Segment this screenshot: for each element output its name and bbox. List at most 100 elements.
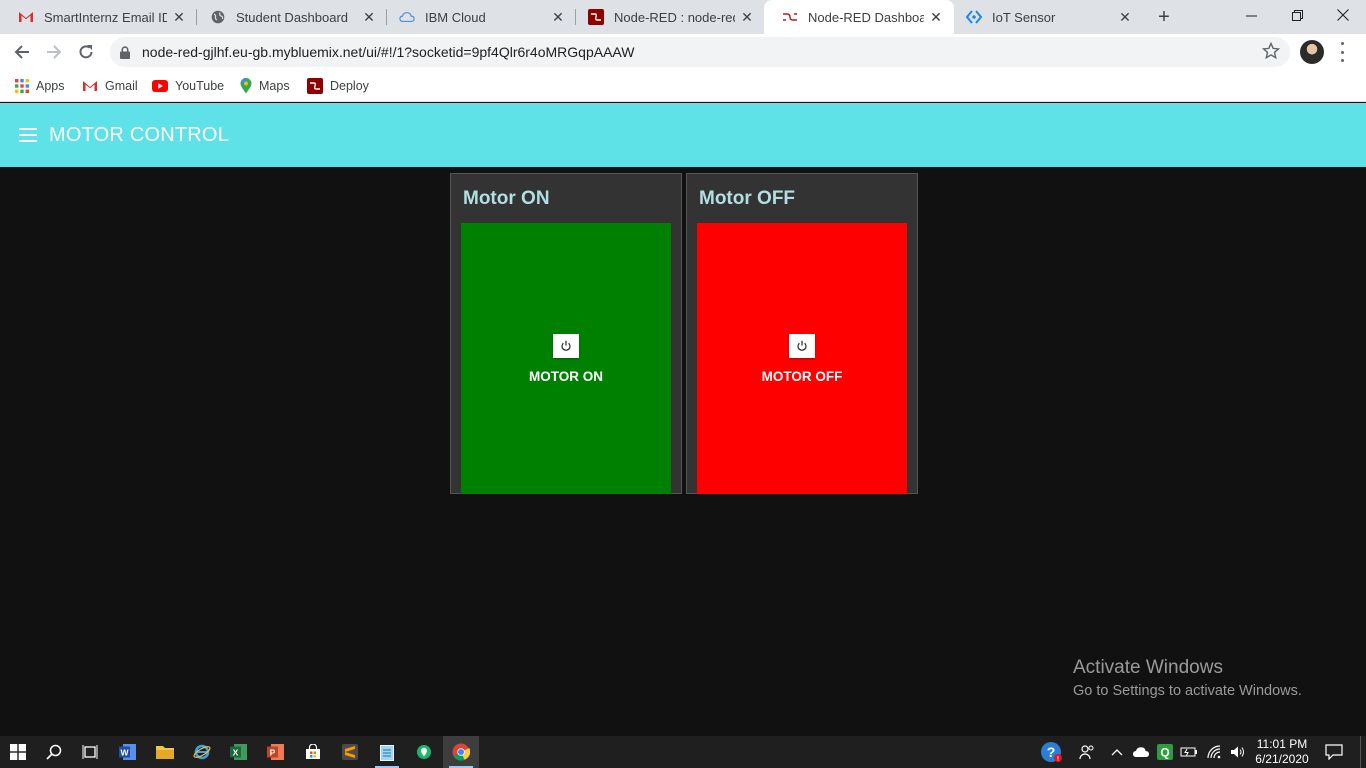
profile-avatar[interactable] — [1300, 40, 1324, 64]
group-title: Motor OFF — [699, 188, 796, 209]
close-window-button[interactable] — [1320, 0, 1366, 30]
volume-icon[interactable] — [1227, 736, 1249, 768]
bookmarks-bar: Apps Gmail YouTube Maps Deploy — [0, 70, 1366, 102]
tab-ibm-cloud[interactable]: IBM Cloud ✕ — [381, 0, 576, 34]
close-tab-icon[interactable]: ✕ — [167, 5, 191, 29]
tab-iot-sensor[interactable]: IoT Sensor ✕ — [948, 0, 1143, 34]
node-red-icon — [588, 9, 604, 25]
search-icon[interactable] — [36, 736, 72, 768]
svg-text:P: P — [270, 747, 276, 757]
word-icon[interactable]: W — [110, 736, 146, 768]
show-desktop-button[interactable] — [1360, 736, 1366, 768]
bookmark-label: YouTube — [175, 79, 225, 93]
activate-windows-watermark: Activate Windows Go to Settings to activ… — [1073, 657, 1302, 699]
menu-hamburger-icon[interactable] — [19, 128, 37, 142]
watermark-heading: Activate Windows — [1073, 657, 1223, 678]
motor-off-button[interactable]: MOTOR OFF — [697, 223, 907, 494]
reload-button[interactable] — [72, 38, 100, 66]
help-icon[interactable]: ?! — [1038, 736, 1064, 768]
bookmark-label: Deploy — [330, 79, 369, 93]
chrome-icon[interactable] — [443, 736, 479, 768]
tab-title: IoT Sensor — [992, 9, 1056, 25]
node-red-dashboard-icon — [782, 9, 798, 25]
tab-node-red-dashboard[interactable]: Node-RED Dashboard ✕ — [764, 0, 954, 34]
group-motor-off: Motor OFF MOTOR OFF — [686, 173, 918, 494]
bookmark-label: Apps — [36, 79, 65, 93]
button-label: MOTOR ON — [529, 368, 603, 384]
back-button[interactable] — [8, 38, 36, 66]
bookmark-maps[interactable]: Maps — [240, 76, 290, 96]
tab-title: SmartInternz Email ID for — [44, 9, 167, 25]
svg-text:X: X — [233, 747, 239, 757]
bookmark-label: Gmail — [105, 79, 138, 93]
button-label: MOTOR OFF — [761, 368, 843, 384]
notifications-icon[interactable] — [1320, 736, 1348, 768]
address-bar[interactable]: node-red-gjlhf.eu-gb.mybluemix.net/ui/#!… — [110, 37, 1290, 67]
maps-pin-icon[interactable] — [406, 736, 442, 768]
svg-text:?: ? — [1047, 744, 1056, 760]
powerpoint-icon[interactable]: P — [258, 736, 294, 768]
battery-icon[interactable] — [1178, 736, 1200, 768]
task-view-icon[interactable] — [72, 736, 108, 768]
close-tab-icon[interactable]: ✕ — [357, 5, 381, 29]
tab-smartinternz-email[interactable]: SmartInternz Email ID for ✕ — [0, 0, 197, 34]
excel-icon[interactable]: X — [221, 736, 257, 768]
close-tab-icon[interactable]: ✕ — [924, 5, 948, 29]
tab-node-red-editor[interactable]: Node-RED : node-red-g ✕ — [570, 0, 765, 34]
svg-text:W: W — [120, 747, 129, 757]
chevron-up-icon[interactable] — [1108, 736, 1126, 768]
dashboard-content: Motor ON MOTOR ON Motor OFF MOTOR OFF Ac… — [0, 167, 1366, 736]
tab-title: Student Dashboard — [236, 9, 349, 25]
url-text: node-red-gjlhf.eu-gb.mybluemix.net/ui/#!… — [142, 44, 635, 60]
tab-student-dashboard[interactable]: Student Dashboard ✕ — [192, 0, 387, 34]
bookmark-star-icon[interactable] — [1261, 41, 1281, 65]
browser-toolbar: node-red-gjlhf.eu-gb.mybluemix.net/ui/#!… — [0, 34, 1366, 70]
clock-date: 6/21/2020 — [1255, 752, 1309, 766]
youtube-icon — [152, 80, 168, 92]
apps-grid-icon — [15, 79, 29, 93]
taskbar-clock[interactable]: 11:01 PM 6/21/2020 — [1250, 737, 1314, 767]
watermark-subtext: Go to Settings to activate Windows. — [1073, 683, 1302, 699]
close-tab-icon[interactable]: ✕ — [735, 5, 759, 29]
file-explorer-icon[interactable] — [147, 736, 183, 768]
windows-taskbar: W X P ?! Q 11:01 PM 6/21/2020 — [0, 736, 1366, 768]
maps-icon — [240, 78, 252, 94]
gmail-icon — [18, 9, 34, 25]
menu-kebab-icon[interactable] — [1338, 42, 1346, 62]
tab-title: IBM Cloud — [425, 9, 486, 25]
close-tab-icon[interactable]: ✕ — [546, 5, 570, 29]
cloud-icon — [399, 9, 415, 25]
bookmark-label: Maps — [259, 79, 290, 93]
minimize-button[interactable] — [1228, 0, 1274, 30]
forward-button[interactable] — [40, 38, 68, 66]
bookmark-youtube[interactable]: YouTube — [152, 76, 224, 96]
bookmark-gmail[interactable]: Gmail — [82, 76, 138, 96]
new-tab-button[interactable]: + — [1151, 4, 1177, 30]
tab-title: Node-RED : node-red-g — [614, 9, 735, 25]
store-icon[interactable] — [295, 736, 331, 768]
onedrive-icon[interactable] — [1130, 736, 1152, 768]
start-button[interactable] — [0, 736, 36, 768]
iot-sensor-icon — [966, 9, 982, 25]
power-icon — [789, 333, 815, 358]
dashboard-title: MOTOR CONTROL — [49, 123, 230, 146]
bookmark-deploy[interactable]: Deploy — [307, 76, 369, 96]
motor-on-button[interactable]: MOTOR ON — [461, 223, 671, 494]
bookmark-apps[interactable]: Apps — [15, 76, 65, 96]
wifi-icon[interactable] — [1204, 736, 1226, 768]
notepad-icon[interactable] — [369, 736, 405, 768]
lock-icon — [120, 45, 130, 59]
close-tab-icon[interactable]: ✕ — [1113, 5, 1137, 29]
browser-tab-strip: SmartInternz Email ID for ✕ Student Dash… — [0, 0, 1366, 34]
power-icon — [553, 333, 579, 358]
dashboard-header: MOTOR CONTROL — [0, 103, 1366, 167]
internet-explorer-icon[interactable] — [184, 736, 220, 768]
app-q-icon[interactable]: Q — [1155, 736, 1175, 768]
restore-button[interactable] — [1274, 0, 1320, 30]
people-icon[interactable] — [1076, 736, 1098, 768]
clock-time: 11:01 PM — [1256, 737, 1308, 751]
svg-text:!: ! — [1057, 756, 1059, 763]
tab-title: Node-RED Dashboard — [808, 9, 924, 25]
sublime-text-icon[interactable] — [332, 736, 368, 768]
svg-text:Q: Q — [1160, 746, 1169, 760]
